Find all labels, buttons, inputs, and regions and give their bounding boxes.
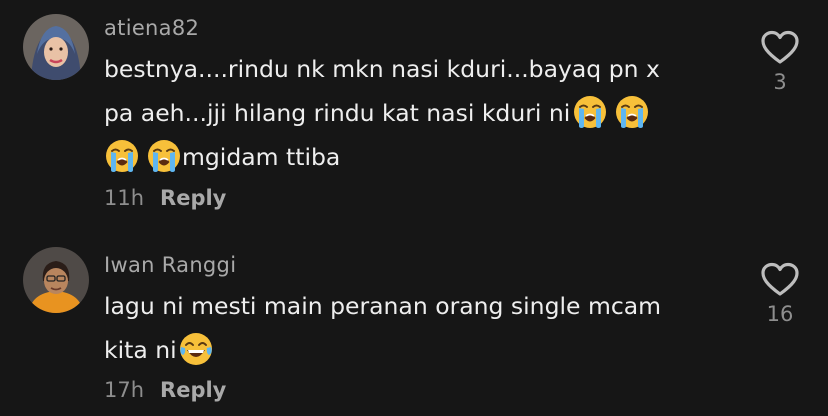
- comment-line: lagu ni mesti main peranan orang single …: [104, 292, 662, 320]
- reply-button[interactable]: Reply: [160, 186, 226, 210]
- comment-line: pa aeh...jji hilang rindu kat nasi kduri…: [104, 91, 660, 135]
- comment-line-text: mgidam ttiba: [182, 143, 341, 171]
- comment-line-text: kita ni: [104, 336, 177, 364]
- loudly-crying-face-icon: [104, 138, 140, 174]
- loudly-crying-face-icon: [146, 138, 182, 174]
- timestamp: 17h: [104, 378, 145, 402]
- like-count: 3: [773, 70, 787, 94]
- face-with-tears-of-joy-icon: [178, 331, 214, 367]
- comment-line: bestnya....rindu nk mkn nasi kduri...bay…: [104, 55, 660, 83]
- like-count: 16: [766, 302, 794, 326]
- username[interactable]: Iwan Ranggi: [104, 253, 236, 277]
- heart-icon: [760, 262, 800, 298]
- avatar[interactable]: [23, 14, 89, 80]
- comment-item: Iwan Ranggi lagu ni mesti main peranan o…: [0, 240, 828, 416]
- comment-text: bestnya....rindu nk mkn nasi kduri...bay…: [104, 47, 660, 179]
- heart-icon: [760, 30, 800, 66]
- username[interactable]: atiena82: [104, 16, 199, 40]
- comment-meta: 17h Reply: [104, 378, 226, 402]
- loudly-crying-face-icon: [614, 94, 650, 130]
- comment-item: atiena82 bestnya....rindu nk mkn nasi kd…: [0, 0, 828, 220]
- comment-text: lagu ni mesti main peranan orang single …: [104, 284, 661, 372]
- like-button[interactable]: 3: [755, 30, 805, 94]
- comment-meta: 11h Reply: [104, 186, 226, 210]
- comment-list: atiena82 bestnya....rindu nk mkn nasi kd…: [0, 0, 828, 416]
- comment-line: kita ni: [104, 328, 661, 372]
- loudly-crying-face-icon: [572, 94, 608, 130]
- reply-button[interactable]: Reply: [160, 378, 226, 402]
- like-button[interactable]: 16: [755, 262, 805, 326]
- comment-line-text: pa aeh...jji hilang rindu kat nasi kduri…: [104, 99, 571, 127]
- avatar[interactable]: [23, 247, 89, 313]
- comment-line: mgidam ttiba: [104, 135, 660, 179]
- timestamp: 11h: [104, 186, 145, 210]
